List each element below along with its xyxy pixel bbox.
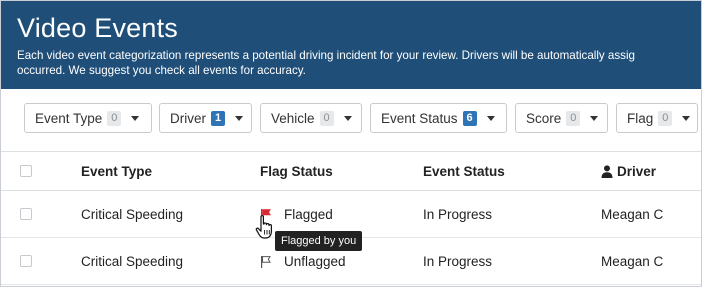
column-header-event-type[interactable]: Event Type xyxy=(81,152,152,190)
filter-count-badge: 0 xyxy=(566,110,581,126)
filter-label: Driver xyxy=(170,110,206,126)
description-line-1: Each video event categorization represen… xyxy=(17,49,635,62)
filter-flag[interactable]: Flag 0 xyxy=(616,103,698,133)
description-line-2: occurred. We suggest you check all event… xyxy=(17,64,306,77)
filter-event-status[interactable]: Event Status 6 xyxy=(370,103,507,133)
filter-count-badge: 1 xyxy=(211,110,225,126)
column-header-event-status[interactable]: Event Status xyxy=(423,152,505,190)
row-select-cell xyxy=(20,191,32,237)
filter-driver[interactable]: Driver 1 xyxy=(159,103,252,133)
filter-count-badge: 0 xyxy=(107,110,122,126)
filter-label: Score xyxy=(526,110,562,126)
chevron-down-icon xyxy=(590,115,599,121)
flag-outline-icon[interactable] xyxy=(260,255,272,268)
flag-status-label: Unflagged xyxy=(284,253,346,269)
filter-vehicle[interactable]: Vehicle 0 xyxy=(260,103,362,133)
filter-label: Event Type xyxy=(35,110,103,126)
event-type-cell: Critical Speeding xyxy=(81,253,184,269)
row-checkbox[interactable] xyxy=(20,255,32,267)
page-description: Each video event categorization represen… xyxy=(17,48,701,78)
filter-event-type[interactable]: Event Type 0 xyxy=(24,103,152,133)
filter-count-badge: 0 xyxy=(658,110,673,126)
person-icon xyxy=(601,164,613,178)
filter-score[interactable]: Score 0 xyxy=(515,103,608,133)
row-select-cell xyxy=(20,238,32,284)
page-title: Video Events xyxy=(17,13,179,43)
chevron-down-icon xyxy=(131,115,140,121)
page-header: Video Events Each video event categoriza… xyxy=(1,1,701,89)
select-all-checkbox[interactable] xyxy=(20,165,32,177)
event-status-cell: In Progress xyxy=(423,253,493,269)
chevron-down-icon xyxy=(343,115,352,121)
driver-cell: Meagan C xyxy=(601,253,664,269)
video-events-panel: Video Events Each video event categoriza… xyxy=(0,0,702,287)
chevron-down-icon xyxy=(486,115,495,121)
filter-count-badge: 0 xyxy=(319,110,334,126)
column-header-driver[interactable]: Driver xyxy=(601,152,656,190)
hand-pointer-cursor-icon xyxy=(255,215,272,239)
filter-label: Vehicle xyxy=(271,110,315,126)
event-type-cell: Critical Speeding xyxy=(81,206,184,222)
column-header-flag-status[interactable]: Flag Status xyxy=(260,152,333,190)
flag-tooltip: Flagged by you xyxy=(275,231,363,251)
filter-label: Event Status xyxy=(381,110,458,126)
filter-bar: Event Type 0 Driver 1 Vehicle 0 Event St… xyxy=(1,89,701,151)
column-header-label: Driver xyxy=(617,163,657,179)
table-header: Event Type Flag Status Event Status Driv… xyxy=(1,151,701,191)
select-all-cell xyxy=(20,152,32,190)
driver-cell: Meagan C xyxy=(601,206,664,222)
chevron-down-icon xyxy=(235,115,243,121)
flag-status-label: Flagged xyxy=(284,206,333,222)
row-checkbox[interactable] xyxy=(20,208,32,220)
filter-count-badge: 6 xyxy=(462,110,477,126)
event-status-cell: In Progress xyxy=(423,206,493,222)
filter-label: Flag xyxy=(627,110,654,126)
chevron-down-icon xyxy=(682,115,691,121)
